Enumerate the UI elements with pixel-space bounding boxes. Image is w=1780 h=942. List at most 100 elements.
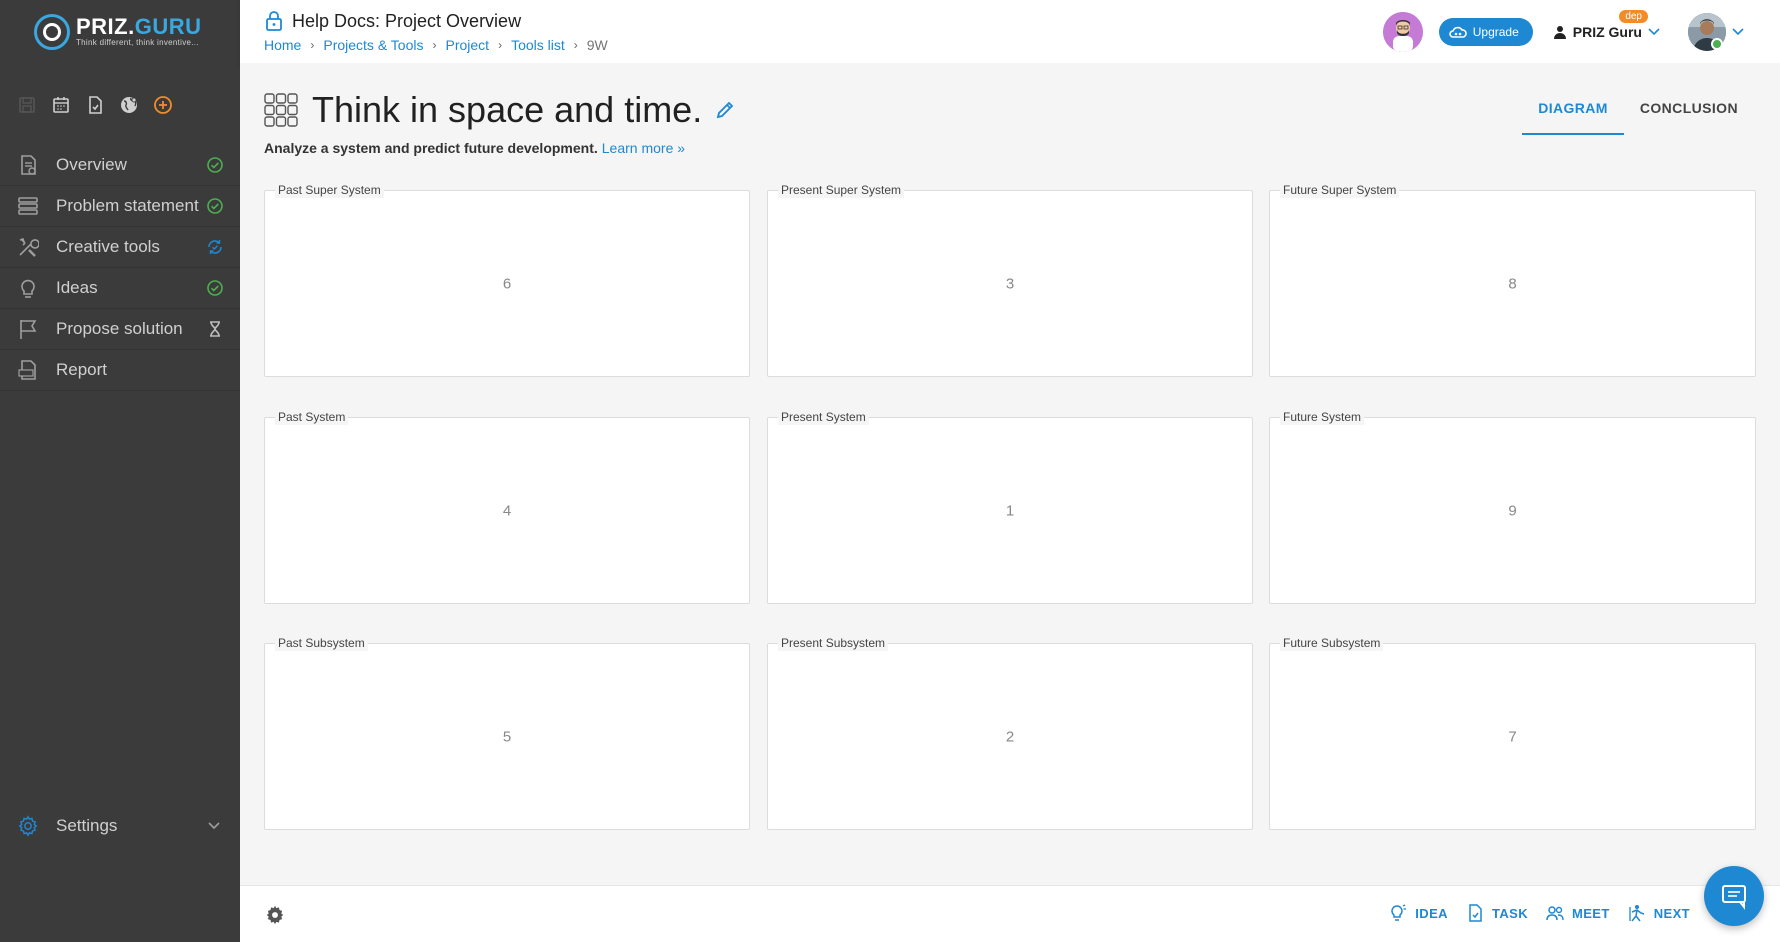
task-icon[interactable] xyxy=(84,94,106,116)
sidebar-item-label: Propose solution xyxy=(56,319,183,338)
sidebar-item-settings[interactable]: Settings xyxy=(0,805,240,847)
next-label: NEXT xyxy=(1653,905,1690,921)
page-title: Think in space and time. xyxy=(312,89,703,130)
hourglass-icon xyxy=(206,320,224,338)
window-number: 4 xyxy=(502,502,512,519)
window-label: Future System xyxy=(1280,409,1365,425)
window-label: Past System xyxy=(275,409,349,425)
online-status-indicator xyxy=(1711,38,1723,50)
window-past-super-system[interactable]: Past Super System 6 xyxy=(264,182,750,377)
learn-more-link[interactable]: Learn more » xyxy=(602,140,685,156)
sidebar-item-overview[interactable]: Overview xyxy=(0,145,240,186)
sidebar-item-creative-tools[interactable]: Creative tools xyxy=(0,227,240,268)
logo-icon xyxy=(34,14,70,50)
window-past-system[interactable]: Past System 4 xyxy=(264,409,750,604)
sidebar-nav: Overview Problem statement Creative tool… xyxy=(0,145,240,391)
meet-label: MEET xyxy=(1572,905,1610,921)
logo-name-part1: PRIZ. xyxy=(76,14,135,39)
chat-button[interactable] xyxy=(1704,866,1764,926)
window-number: 9 xyxy=(1508,502,1517,519)
window-label: Present Super System xyxy=(778,182,905,198)
chat-icon xyxy=(1722,885,1746,910)
calendar-icon[interactable] xyxy=(50,94,72,116)
sidebar-item-propose-solution[interactable]: Propose solution xyxy=(0,309,240,350)
globe-icon[interactable] xyxy=(118,94,140,116)
breadcrumb-tools-list[interactable]: Tools list xyxy=(511,37,565,53)
lock-icon xyxy=(266,11,282,31)
chevron-down-icon[interactable] xyxy=(1732,28,1744,36)
window-number: 2 xyxy=(1005,728,1015,745)
window-present-super-system[interactable]: Present Super System 3 xyxy=(767,182,1253,377)
breadcrumb-separator-icon: › xyxy=(498,38,503,52)
people-icon xyxy=(1546,906,1564,921)
window-number: 1 xyxy=(1005,502,1015,519)
person-icon xyxy=(1553,26,1566,39)
breadcrumb-separator-icon: › xyxy=(432,38,437,52)
window-future-system[interactable]: Future System 9 xyxy=(1269,409,1756,604)
sidebar-item-problem-statement[interactable]: Problem statement xyxy=(0,186,240,227)
check-circle-icon xyxy=(206,197,224,215)
assistant-avatar[interactable] xyxy=(1382,12,1423,52)
add-icon[interactable] xyxy=(152,94,174,116)
idea-label: IDEA xyxy=(1415,905,1448,921)
breadcrumb-projects-tools[interactable]: Projects & Tools xyxy=(323,37,423,53)
list-icon xyxy=(16,194,40,218)
window-number: 8 xyxy=(1508,275,1517,292)
window-label: Future Super System xyxy=(1280,182,1400,198)
user-menu[interactable]: PRIZ Guru dep xyxy=(1553,10,1660,40)
window-label: Future Subsystem xyxy=(1280,635,1384,651)
settings-label: Settings xyxy=(56,816,118,835)
gear-icon[interactable] xyxy=(264,904,286,926)
breadcrumb-separator-icon: › xyxy=(310,38,315,52)
window-number: 5 xyxy=(502,728,512,745)
flag-icon xyxy=(16,317,40,341)
check-circle-icon xyxy=(206,156,224,174)
lightbulb-icon xyxy=(1391,904,1407,921)
tab-conclusion[interactable]: CONCLUSION xyxy=(1624,83,1754,135)
page-subtitle: Analyze a system and predict future deve… xyxy=(264,140,598,156)
task-label: TASK xyxy=(1491,905,1528,921)
chevron-down-icon xyxy=(1648,28,1660,36)
breadcrumb: Home › Projects & Tools › Project › Tool… xyxy=(264,37,608,53)
meet-button[interactable]: MEET xyxy=(1546,904,1610,922)
pdf-icon xyxy=(16,358,40,382)
task-icon xyxy=(1469,904,1482,922)
quick-actions xyxy=(16,94,174,116)
window-label: Past Subsystem xyxy=(275,635,368,651)
environment-badge: dep xyxy=(1619,10,1648,23)
sidebar-item-report[interactable]: Report xyxy=(0,350,240,391)
cloud-icon xyxy=(1449,26,1467,38)
window-future-super-system[interactable]: Future Super System 8 xyxy=(1269,182,1756,377)
window-number: 7 xyxy=(1508,728,1517,745)
window-number: 6 xyxy=(502,275,512,292)
window-future-subsystem[interactable]: Future Subsystem 7 xyxy=(1269,635,1756,830)
pencil-icon[interactable] xyxy=(714,99,736,121)
project-title: Help Docs: Project Overview xyxy=(292,10,522,31)
task-button[interactable]: TASK xyxy=(1466,904,1528,922)
next-button[interactable]: NEXT xyxy=(1628,904,1690,922)
overview-icon xyxy=(16,153,40,177)
upgrade-button[interactable]: Upgrade xyxy=(1438,18,1533,46)
app-logo[interactable]: PRIZ.GURU Think different, think inventi… xyxy=(34,12,209,52)
breadcrumb-home[interactable]: Home xyxy=(264,37,301,53)
idea-button[interactable]: IDEA xyxy=(1389,904,1448,922)
window-present-system[interactable]: Present System 1 xyxy=(767,409,1253,604)
breadcrumb-project[interactable]: Project xyxy=(445,37,489,53)
window-label: Present Subsystem xyxy=(778,635,889,651)
breadcrumb-current: 9W xyxy=(586,37,608,53)
tools-icon xyxy=(16,235,40,259)
user-name: PRIZ Guru xyxy=(1572,24,1642,40)
window-past-subsystem[interactable]: Past Subsystem 5 xyxy=(264,635,750,830)
sidebar-item-label: Ideas xyxy=(56,278,98,297)
sidebar-item-label: Creative tools xyxy=(56,237,160,256)
check-circle-icon xyxy=(206,279,224,297)
window-present-subsystem[interactable]: Present Subsystem 2 xyxy=(767,635,1253,830)
window-label: Past Super System xyxy=(275,182,384,198)
sidebar: PRIZ.GURU Think different, think inventi… xyxy=(0,0,240,942)
sidebar-item-label: Overview xyxy=(56,155,127,174)
sidebar-item-label: Problem statement xyxy=(56,196,199,215)
save-icon[interactable] xyxy=(16,94,38,116)
nine-windows-icon xyxy=(264,93,298,127)
sidebar-item-ideas[interactable]: Ideas xyxy=(0,268,240,309)
tab-diagram[interactable]: DIAGRAM xyxy=(1522,83,1624,135)
